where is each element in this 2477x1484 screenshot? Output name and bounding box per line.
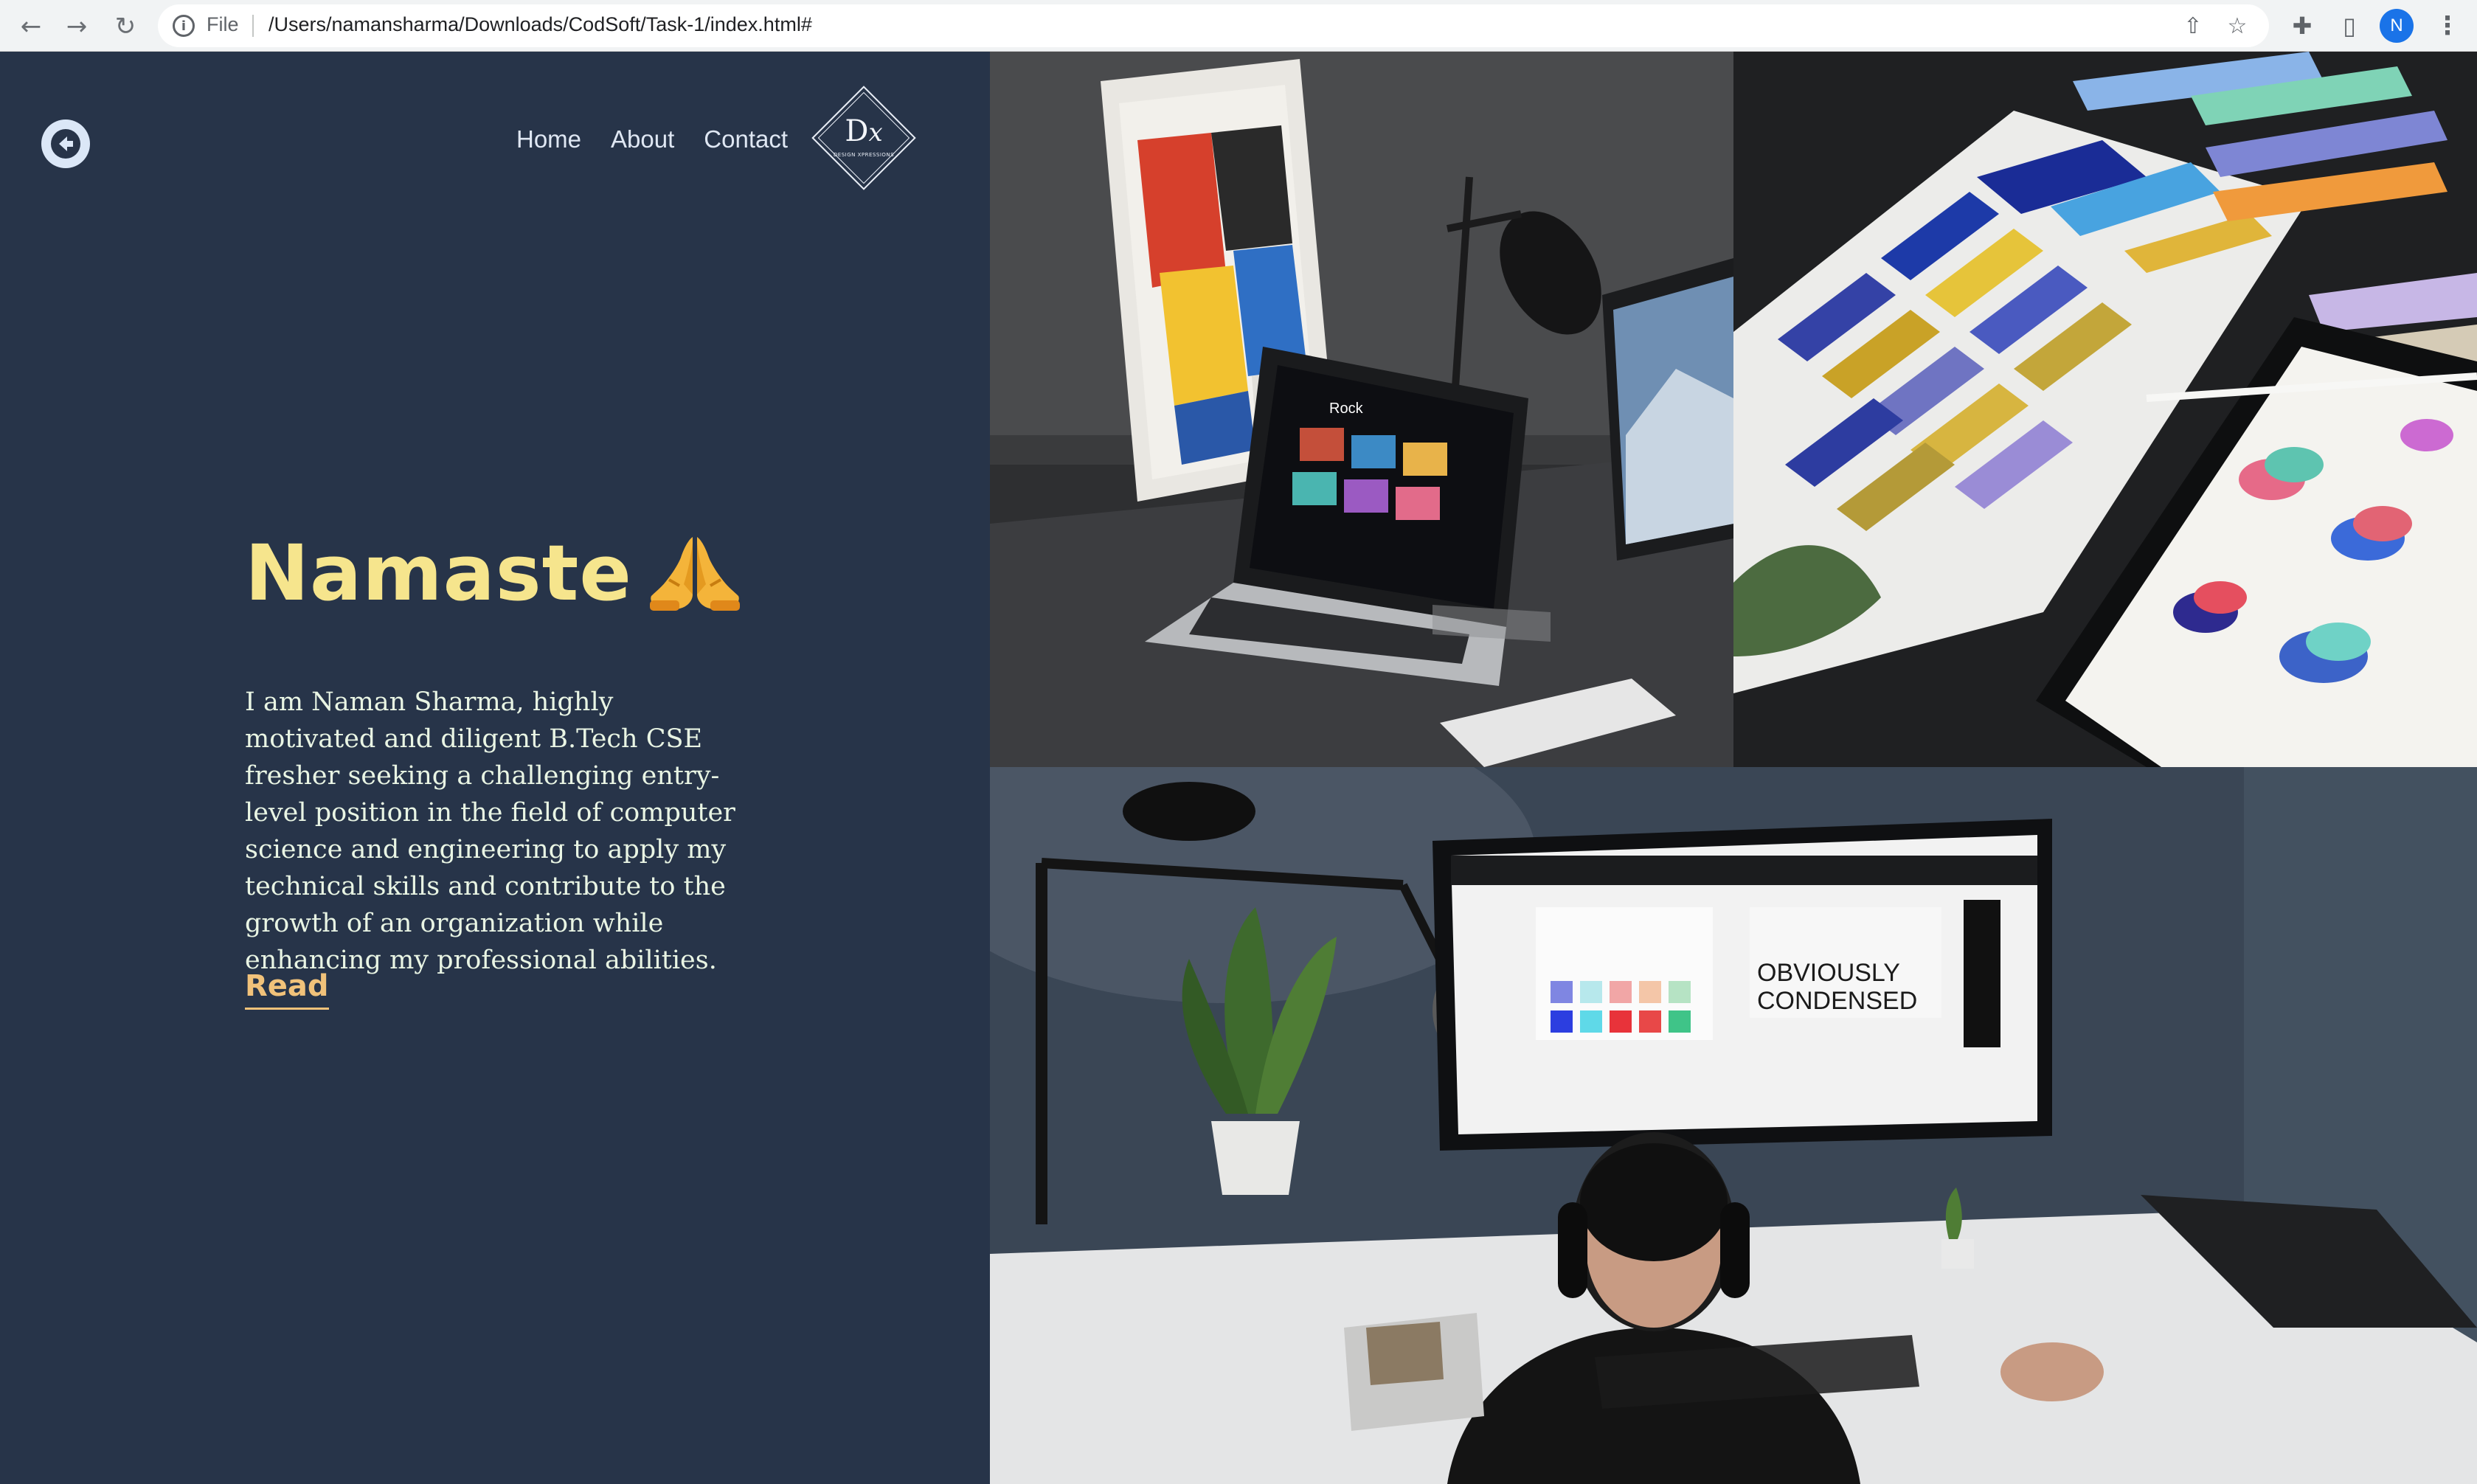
back-button[interactable] <box>41 119 90 168</box>
greeting-text: Namaste <box>245 528 632 618</box>
color-swatches-photo <box>1733 52 2477 767</box>
read-link[interactable]: Read <box>245 969 329 1010</box>
browser-menu-icon[interactable]: ⋮ <box>2433 9 2462 43</box>
address-divider <box>252 15 254 37</box>
brand-logo[interactable]: Dx DESIGN XPRESSIONS <box>807 81 921 195</box>
folded-hands-icon <box>649 537 740 611</box>
nav-about[interactable]: About <box>611 125 674 153</box>
profile-avatar[interactable]: N <box>2380 9 2414 43</box>
browser-toolbar: ← → ↻ i File /Users/namansharma/Download… <box>0 0 2477 52</box>
main-nav: Home About Contact <box>516 125 788 153</box>
desk-setup-photo: Rock <box>990 52 1733 767</box>
back-arrow-icon[interactable]: ← <box>12 7 50 46</box>
logo-subtitle: DESIGN XPRESSIONS <box>833 152 895 158</box>
forward-arrow-icon[interactable]: → <box>58 7 96 46</box>
share-icon[interactable]: ⇧ <box>2179 12 2207 40</box>
reload-icon[interactable]: ↻ <box>106 7 145 46</box>
monitor-text-line2: CONDENSED <box>1757 987 1917 1015</box>
file-label: File <box>207 13 239 35</box>
bio-paragraph: I am Naman Sharma, highly motivated and … <box>245 687 735 975</box>
address-bar[interactable]: i File /Users/namansharma/Downloads/CodS… <box>158 4 2269 47</box>
hero-panel: Home About Contact Dx DESIGN XPRESSIONS … <box>0 52 990 1484</box>
logo-mark: Dx <box>845 114 883 148</box>
info-icon[interactable]: i <box>173 15 195 37</box>
workspace-photo: OBVIOUSLY CONDENSED <box>990 767 2477 1484</box>
laptop-screen-title: Rock <box>1329 401 1364 417</box>
nav-contact[interactable]: Contact <box>704 125 788 153</box>
url-text[interactable]: /Users/namansharma/Downloads/CodSoft/Tas… <box>269 13 812 36</box>
side-panel-icon[interactable]: ▯ <box>2332 9 2366 43</box>
arrow-left-icon <box>51 129 80 159</box>
nav-home[interactable]: Home <box>516 125 581 153</box>
extensions-puzzle-icon[interactable]: ✚ <box>2285 9 2319 43</box>
greeting-headline: Namaste <box>245 533 743 614</box>
monitor-text-line1: OBVIOUSLY <box>1757 959 1900 987</box>
bookmark-star-icon[interactable]: ☆ <box>2223 12 2251 40</box>
